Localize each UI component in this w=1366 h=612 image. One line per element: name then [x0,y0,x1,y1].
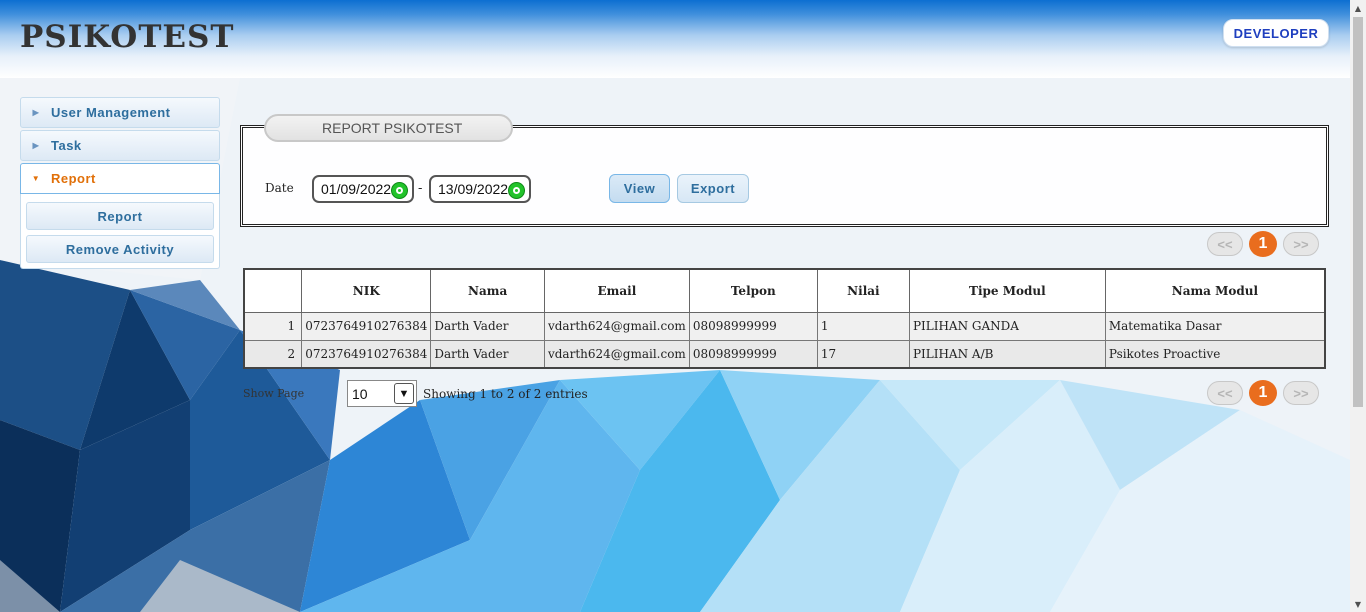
prev-page-button[interactable]: << [1207,381,1243,405]
column-header-tipe-modul[interactable]: Tipe Modul [908,268,1106,313]
table-row[interactable]: 1 0723764910276384 Darth Vader vdarth624… [243,311,1326,341]
sidebar: ▶ User Management ▶ Task ▼ Report Report… [20,97,220,269]
sidebar-item-label: User Management [51,105,171,120]
email-cell: vdarth624@gmail.com [543,311,690,341]
dropdown-arrow-icon[interactable]: ▼ [394,383,414,404]
page-size-select[interactable]: 10 ▼ [347,380,417,407]
scroll-up-icon[interactable]: ▲ [1350,0,1366,16]
telpon-cell: 08098999999 [688,311,818,341]
date-from-field[interactable]: 01/09/2022 [312,175,414,203]
nama-cell: Darth Vader [430,311,545,341]
nilai-cell: 1 [816,311,910,341]
column-header-telpon[interactable]: Telpon [688,268,818,313]
table-header-row: NIK Nama Email Telpon Nilai Tipe Modul N… [243,268,1326,313]
triangle-right-icon: ▶ [32,141,40,150]
row-number: 2 [243,339,303,369]
sidebar-item-label: Report [51,171,96,186]
page-size-value: 10 [352,385,368,402]
calendar-icon[interactable] [391,182,408,199]
nama-modul-cell: Psikotes Proactive [1104,339,1326,369]
date-to-value: 13/09/2022 [438,181,509,197]
nama-modul-cell: Matematika Dasar [1104,311,1326,341]
scrollbar-thumb[interactable] [1353,17,1363,407]
calendar-icon[interactable] [508,182,525,199]
table-row[interactable]: 2 0723764910276384 Darth Vader vdarth624… [243,339,1326,369]
current-page-button[interactable]: 1 [1249,380,1277,406]
user-menu-button[interactable]: DEVELOPER [1223,19,1329,47]
export-button[interactable]: Export [677,174,749,203]
submenu-report-button[interactable]: Report [26,202,214,230]
date-separator: - [418,181,423,196]
email-cell: vdarth624@gmail.com [543,339,690,369]
entries-info: Showing 1 to 2 of 2 entries [423,387,588,401]
column-header-nama-modul[interactable]: Nama Modul [1104,268,1326,313]
sidebar-item-label: Task [51,138,82,153]
prev-page-button[interactable]: << [1207,232,1243,256]
column-header-number[interactable] [243,268,303,313]
next-page-button[interactable]: >> [1283,381,1319,405]
sidebar-item-user-management[interactable]: ▶ User Management [20,97,220,128]
nik-cell: 0723764910276384 [301,311,432,341]
column-header-nik[interactable]: NIK [301,268,432,313]
column-header-nama[interactable]: Nama [430,268,545,313]
date-from-value: 01/09/2022 [321,181,392,197]
vertical-scrollbar[interactable]: ▲ ▼ [1350,0,1366,612]
current-page-button[interactable]: 1 [1249,231,1277,257]
submenu-remove-activity-button[interactable]: Remove Activity [26,235,214,263]
app-header: PSIKOTEST DEVELOPER [0,0,1350,78]
sidebar-item-task[interactable]: ▶ Task [20,130,220,161]
telpon-cell: 08098999999 [688,339,818,369]
report-submenu: Report Remove Activity [20,194,220,269]
show-page-label: Show Page [243,387,305,400]
date-label: Date [265,181,294,195]
sidebar-item-report[interactable]: ▼ Report [20,163,220,194]
report-table: NIK Nama Email Telpon Nilai Tipe Modul N… [243,268,1326,369]
nama-cell: Darth Vader [430,339,545,369]
report-panel-title: REPORT PSIKOTEST [264,114,513,142]
scroll-down-icon[interactable]: ▼ [1350,596,1366,612]
column-header-email[interactable]: Email [543,268,690,313]
triangle-down-icon: ▼ [31,174,41,183]
column-header-nilai[interactable]: Nilai [816,268,910,313]
pagination-bottom: << 1 >> [1207,380,1320,406]
tipe-modul-cell: PILIHAN A/B [908,339,1106,369]
pagination-top: << 1 >> [1207,231,1320,257]
nilai-cell: 17 [816,339,910,369]
view-button[interactable]: View [609,174,670,203]
triangle-right-icon: ▶ [32,108,40,117]
tipe-modul-cell: PILIHAN GANDA [908,311,1106,341]
date-to-field[interactable]: 13/09/2022 [429,175,531,203]
row-number: 1 [243,311,303,341]
nik-cell: 0723764910276384 [301,339,432,369]
next-page-button[interactable]: >> [1283,232,1319,256]
app-title: PSIKOTEST [20,19,235,55]
